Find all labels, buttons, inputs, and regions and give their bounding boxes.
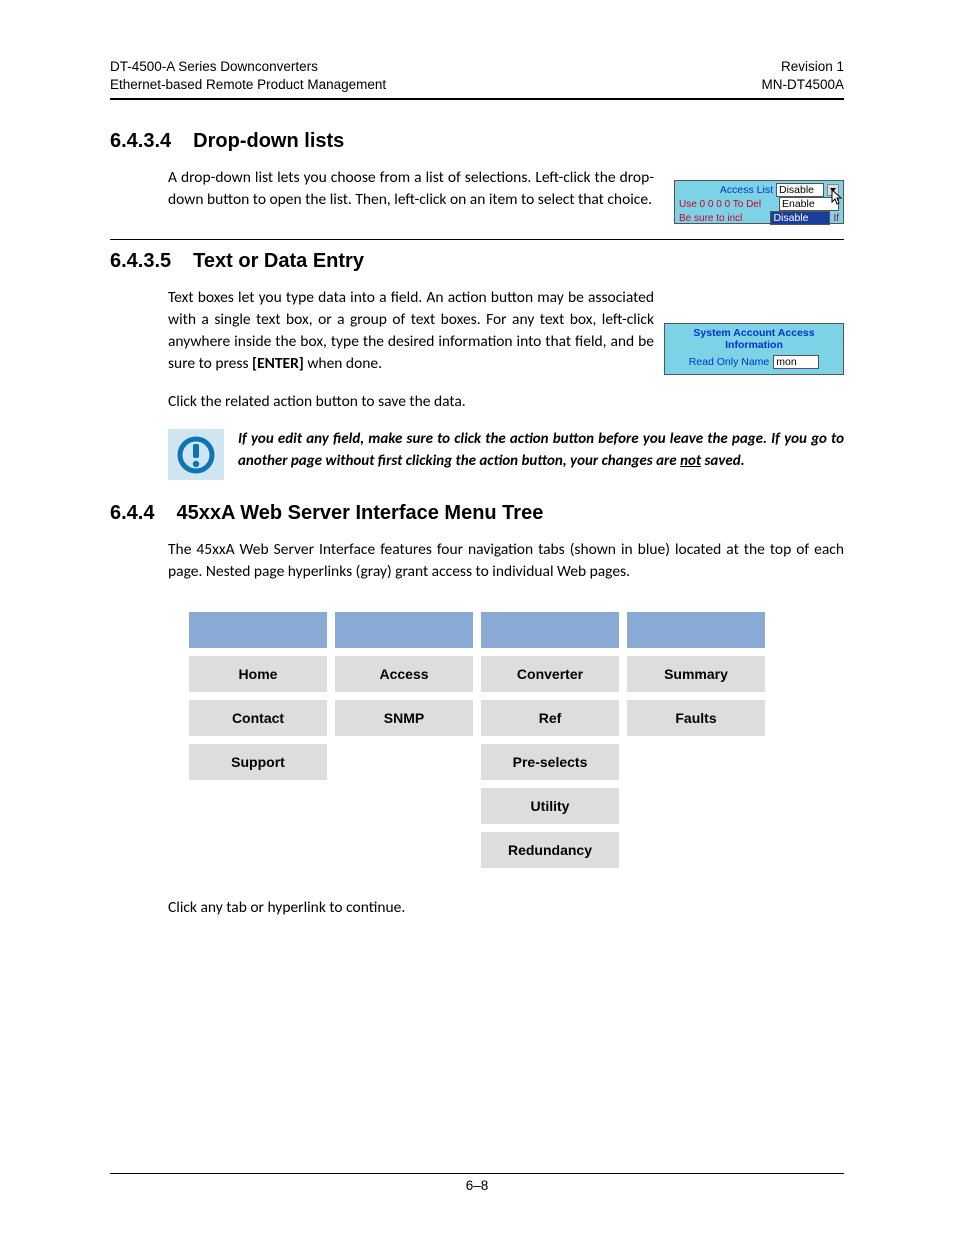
textentry-title: System Account Access Information: [670, 327, 838, 351]
textentry-demo-image: System Account Access Information Read O…: [664, 323, 844, 375]
section-644-body: The 45xxA Web Server Interface features …: [168, 539, 844, 583]
dropdown-option-enable[interactable]: Enable: [779, 197, 839, 211]
section-heading-6434: 6.4.3.4 Drop-down lists: [110, 130, 844, 153]
link-support[interactable]: Support: [188, 743, 328, 781]
section-title: Text or Data Entry: [193, 250, 364, 273]
dropdown-access-label: Access List: [679, 184, 773, 196]
note-text: If you edit any field, make sure to clic…: [238, 429, 844, 473]
header-right-line2: MN-DT4500A: [761, 76, 844, 94]
section-heading-644: 6.4.4 45xxA Web Server Interface Menu Tr…: [110, 502, 844, 525]
note-callout: If you edit any field, make sure to clic…: [168, 429, 844, 480]
section-title: 45xxA Web Server Interface Menu Tree: [176, 502, 543, 525]
dropdown-hint-2: Be sure to incl: [679, 213, 767, 224]
tab-home[interactable]: [188, 611, 328, 649]
link-access[interactable]: Access: [334, 655, 474, 693]
header-left-line1: DT-4500-A Series Downconverters: [110, 58, 386, 76]
page-header: DT-4500-A Series Downconverters Ethernet…: [110, 58, 844, 100]
dropdown-select[interactable]: Disable: [776, 183, 824, 197]
section-644-footer: Click any tab or hyperlink to continue.: [168, 897, 844, 919]
section-number: 6.4.3.4: [110, 130, 171, 153]
tab-status[interactable]: [626, 611, 766, 649]
tab-admin[interactable]: [334, 611, 474, 649]
header-left-line2: Ethernet-based Remote Product Management: [110, 76, 386, 94]
page-footer: 6–8: [110, 1173, 844, 1193]
page-number: 6–8: [466, 1178, 489, 1193]
link-redundancy[interactable]: Redundancy: [480, 831, 620, 869]
link-converter[interactable]: Converter: [480, 655, 620, 693]
dropdown-trailing-text: If: [833, 213, 839, 224]
link-preselects[interactable]: Pre-selects: [480, 743, 620, 781]
section-6435-body2: Click the related action button to save …: [168, 391, 844, 413]
dropdown-demo-image: Access List Disable Use 0 0 0 0 To Del E…: [674, 180, 844, 224]
section-heading-6435: 6.4.3.5 Text or Data Entry: [110, 250, 844, 273]
link-utility[interactable]: Utility: [480, 787, 620, 825]
dropdown-hint-1: Use 0 0 0 0 To Del: [679, 199, 776, 210]
section-number: 6.4.3.5: [110, 250, 171, 273]
header-right-line1: Revision 1: [761, 58, 844, 76]
link-snmp[interactable]: SNMP: [334, 699, 474, 737]
section-title: Drop-down lists: [193, 130, 344, 153]
cursor-icon: [831, 189, 845, 207]
link-summary[interactable]: Summary: [626, 655, 766, 693]
menu-tree-table: Home Access Converter Summary Contact SN…: [182, 605, 772, 875]
link-ref[interactable]: Ref: [480, 699, 620, 737]
textentry-field-label: Read Only Name: [689, 356, 770, 368]
dropdown-option-disable-selected[interactable]: Disable: [770, 211, 830, 225]
section-number: 6.4.4: [110, 502, 154, 525]
section-separator: [110, 239, 844, 240]
link-home[interactable]: Home: [188, 655, 328, 693]
warning-icon: [168, 429, 224, 480]
link-faults[interactable]: Faults: [626, 699, 766, 737]
readonly-name-input[interactable]: [773, 355, 819, 369]
tab-config[interactable]: [480, 611, 620, 649]
link-contact[interactable]: Contact: [188, 699, 328, 737]
